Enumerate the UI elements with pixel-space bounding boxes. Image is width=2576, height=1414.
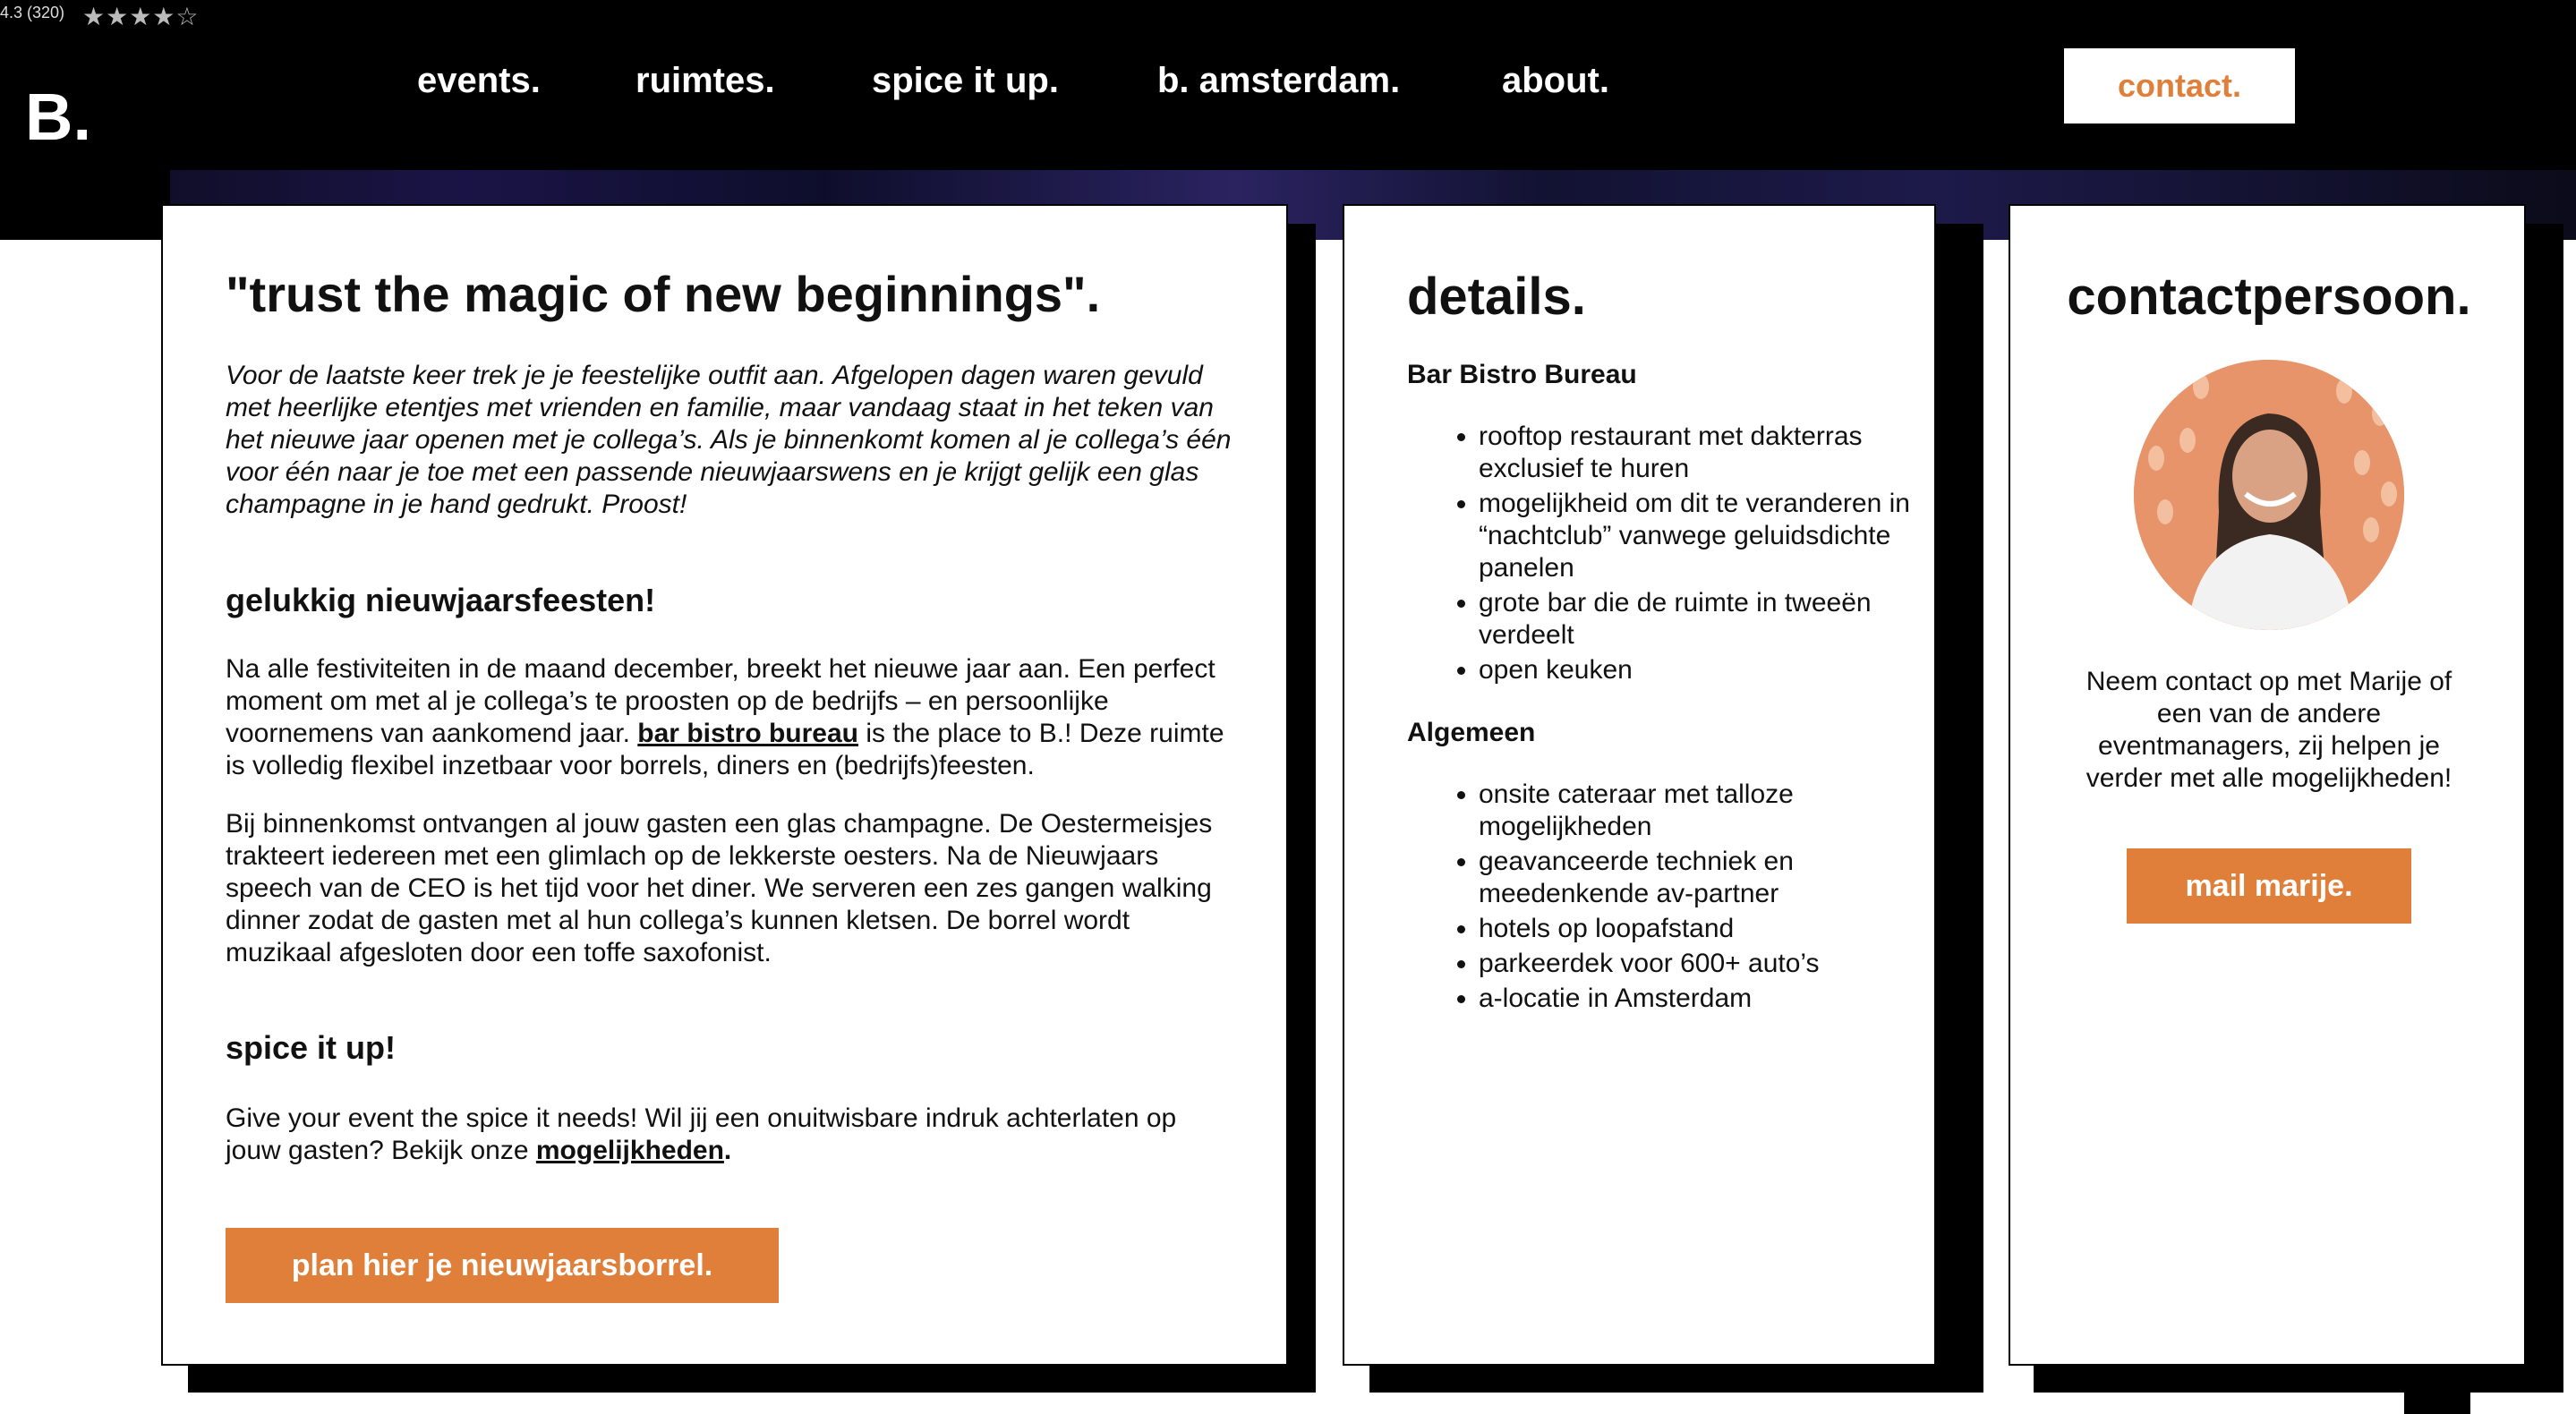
nav-ruimtes[interactable]: ruimtes. [635,61,775,101]
site-logo[interactable]: B. [25,79,91,155]
nav-about[interactable]: about. [1502,61,1609,101]
details-card: details. Bar Bistro Bureau rooftop resta… [1343,204,1936,1366]
nav-spice-it-up[interactable]: spice it up. [872,61,1059,101]
details-general-label: Algemeen [1407,718,1536,747]
section-heading-new-year: gelukkig nieuwjaarsfeesten! [226,582,656,618]
mail-marije-button[interactable]: mail marije. [2127,848,2411,924]
bar-bistro-bureau-link[interactable]: bar bistro bureau [637,719,858,748]
contact-text: Neem contact op met Marije of een van de… [2086,667,2452,793]
list-item: hotels op loopafstand [1479,913,1944,945]
details-title: details. [1407,268,1586,326]
card-shadow-side [1285,224,1316,1393]
list-item: grote bar die de ruimte in tweeën verdee… [1479,587,1944,652]
venue-features-list: rooftop restaurant met dakterras exclusi… [1407,421,1944,689]
list-item: onsite cateraar met talloze mogelijkhede… [1479,779,1944,843]
list-item: parkeerdek voor 600+ auto’s [1479,948,1944,980]
card-shadow-side [2524,224,2563,1393]
paragraph-spice: Give your event the spice it needs! Wil … [226,1103,1237,1167]
card-shadow-corner [2404,1378,2470,1414]
intro-paragraph: Voor de laatste keer trek je je feesteli… [226,361,1232,519]
list-item: open keuken [1479,654,1944,686]
contact-button[interactable]: contact. [2064,48,2295,124]
event-description-card: "trust the magic of new beginnings". Voo… [161,204,1288,1366]
nav-events[interactable]: events. [417,61,541,101]
paragraph-text: . [723,1136,732,1165]
plan-new-year-party-button[interactable]: plan hier je nieuwjaarsborrel. [226,1228,779,1303]
list-item: rooftop restaurant met dakterras exclusi… [1479,421,1944,485]
contact-person-card: contactpersoon. Neem contact op met Mari… [2009,204,2526,1366]
list-item: geavanceerde techniek en meedenkende av-… [1479,846,1944,910]
contact-title: contactpersoon. [2067,268,2471,326]
nav-b-amsterdam[interactable]: b. amsterdam. [1157,61,1400,101]
hero-strip-edge [0,170,170,240]
paragraph-arrival: Bij binnenkomst ontvangen al jouw gasten… [226,809,1213,967]
paragraph-festivities: Na alle festiviteiten in de maand decemb… [226,653,1237,782]
list-item: mogelijkheid om dit te veranderen in “na… [1479,488,1944,584]
avatar [2134,360,2404,630]
section-heading-spice: spice it up! [226,1029,397,1066]
general-features-list: onsite cateraar met talloze mogelijkhede… [1407,779,1944,1018]
rating-stars-icon: ★★★★☆ [82,3,200,30]
details-venue-label: Bar Bistro Bureau [1407,360,1637,389]
page-title: "trust the magic of new beginnings". [226,266,1101,322]
list-item: a-locatie in Amsterdam [1479,983,1944,1015]
rating-text: 4.3 (320) [0,4,65,21]
mogelijkheden-link[interactable]: mogelijkheden [536,1136,724,1165]
